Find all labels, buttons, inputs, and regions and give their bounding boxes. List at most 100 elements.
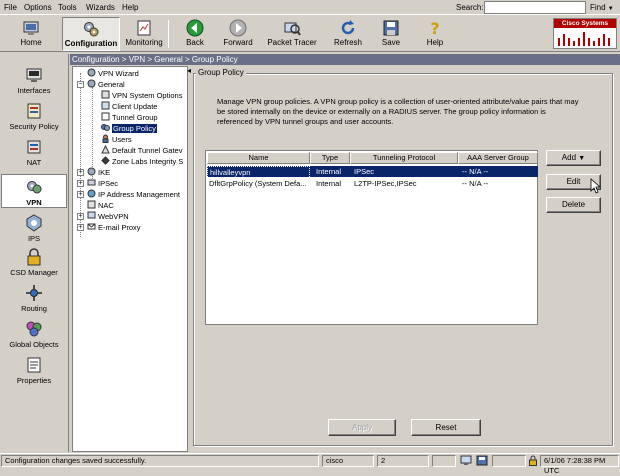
- tree-expand-ip-address-management[interactable]: +: [77, 191, 84, 198]
- table-cell: IPSec: [354, 167, 375, 176]
- status-datetime: 6/1/06 7:28:38 PM UTC: [540, 455, 619, 475]
- refresh-button[interactable]: Refresh: [330, 17, 366, 51]
- status-count: 2: [377, 455, 429, 467]
- nav-ips[interactable]: IPS: [1, 214, 67, 243]
- tree-item-ike[interactable]: IKE: [87, 167, 110, 177]
- tree-expand-ipsec[interactable]: +: [77, 180, 84, 187]
- help-button[interactable]: ? Help: [418, 17, 452, 51]
- back-button[interactable]: Back: [178, 17, 212, 51]
- options-icon: [101, 90, 110, 99]
- add-label: Add: [561, 153, 577, 162]
- lock-icon: [529, 455, 537, 466]
- tree-label: E-mail Proxy: [98, 223, 141, 232]
- delete-button[interactable]: Delete: [546, 197, 601, 213]
- table-cell: -- N/A --: [462, 179, 489, 188]
- splitter-collapse-icon[interactable]: ◂: [187, 66, 191, 75]
- find-label: Find: [590, 3, 606, 12]
- nav-interfaces[interactable]: Interfaces: [1, 66, 67, 95]
- save-button[interactable]: Save: [376, 17, 406, 51]
- tree-item-tunnel-group[interactable]: Tunnel Group: [101, 112, 158, 122]
- tree-collapse-general[interactable]: −: [77, 81, 84, 88]
- tree-label: IKE: [98, 168, 111, 177]
- reset-button[interactable]: Reset: [411, 419, 481, 436]
- tree-label: Zone Labs Integrity S: [112, 157, 184, 166]
- find-button[interactable]: Find ▼: [590, 3, 614, 12]
- nav-vpn[interactable]: VPN: [1, 174, 67, 208]
- tree-label: Client Update: [112, 102, 158, 111]
- nav-nat[interactable]: NAT: [1, 138, 67, 167]
- vpn-gears-icon: [27, 181, 42, 194]
- nav-routing[interactable]: Routing: [1, 284, 67, 313]
- tree-connector: [92, 87, 93, 179]
- tree-label: IPSec: [98, 179, 119, 188]
- tree-item-default-tunnel-gateway[interactable]: Default Tunnel Gatev: [101, 145, 182, 155]
- add-button[interactable]: Add ▼: [546, 150, 601, 166]
- tree-item-group-policy[interactable]: Group Policy: [101, 123, 157, 133]
- configuration-button[interactable]: Configuration: [62, 17, 120, 51]
- client-update-icon: [101, 101, 110, 110]
- monitoring-button[interactable]: Monitoring: [124, 17, 164, 51]
- nav-csd-manager-label: CSD Manager: [10, 268, 58, 277]
- column-header-tunneling-protocol[interactable]: Tunneling Protocol: [350, 152, 458, 164]
- tree-item-nac[interactable]: NAC: [87, 200, 114, 210]
- nav-global-objects[interactable]: Global Objects: [1, 320, 67, 349]
- home-label: Home: [20, 38, 42, 47]
- tree-expand-email-proxy[interactable]: +: [77, 224, 84, 231]
- home-button[interactable]: Home: [8, 17, 54, 51]
- nav-ips-label: IPS: [27, 234, 41, 243]
- properties-icon: [27, 357, 41, 373]
- tree-item-zone-labs[interactable]: Zone Labs Integrity S: [101, 156, 183, 166]
- tree-item-vpn-system-options[interactable]: VPN System Options: [101, 90, 182, 100]
- nav-properties-label: Properties: [16, 376, 52, 385]
- tree-item-email-proxy[interactable]: E-mail Proxy: [87, 222, 141, 232]
- gears-icon: [84, 22, 99, 37]
- users-icon: [102, 134, 109, 143]
- tree-item-ip-address-management[interactable]: IP Address Management: [87, 189, 180, 199]
- status-blank: [492, 455, 526, 467]
- menu-help[interactable]: Help: [122, 3, 138, 12]
- packet-tracer-button[interactable]: Packet Tracer: [264, 17, 320, 51]
- nav-csd-manager[interactable]: CSD Manager: [1, 248, 67, 277]
- menu-options[interactable]: Options: [24, 3, 52, 12]
- tree-expand-webvpn[interactable]: +: [77, 213, 84, 220]
- packet-tracer-icon: [284, 22, 301, 36]
- webvpn-icon: [87, 211, 96, 219]
- menu-tools[interactable]: Tools: [58, 3, 77, 12]
- tunnel-group-icon: [101, 112, 110, 121]
- general-icon: [87, 79, 96, 88]
- group-policy-icon: [101, 124, 110, 131]
- tree-item-general[interactable]: General: [87, 79, 125, 89]
- tree-item-webvpn[interactable]: WebVPN: [87, 211, 129, 221]
- menu-wizards[interactable]: Wizards: [86, 3, 115, 12]
- help-question-icon: ?: [430, 19, 439, 37]
- nav-properties[interactable]: Properties: [1, 356, 67, 385]
- column-header-type[interactable]: Type: [310, 152, 350, 164]
- back-label: Back: [186, 38, 204, 47]
- column-header-aaa-server-group[interactable]: AAA Server Group: [458, 152, 538, 164]
- tree-item-ipsec[interactable]: IPSec: [87, 178, 118, 188]
- nat-icon: [27, 140, 41, 154]
- column-header-name[interactable]: Name: [207, 152, 310, 164]
- tree-label: Users: [112, 135, 132, 144]
- cisco-logo-text: Cisco Systems: [554, 19, 616, 28]
- tree-expand-ike[interactable]: +: [77, 169, 84, 176]
- panel-description: Manage VPN group policies. A VPN group p…: [217, 97, 579, 126]
- menu-file[interactable]: File: [4, 3, 17, 12]
- table-row[interactable]: hillvalleyvpn Internal IPSec -- N/A --: [207, 166, 538, 179]
- save-disk-icon: [383, 20, 399, 36]
- tree-item-users[interactable]: Users: [101, 134, 132, 144]
- nac-icon: [87, 200, 96, 209]
- nav-global-objects-label: Global Objects: [9, 340, 59, 349]
- nav-security-policy[interactable]: Security Policy: [1, 102, 67, 131]
- network-icon: [460, 455, 472, 465]
- tree-label: VPN Wizard: [98, 69, 139, 78]
- apply-button[interactable]: Apply: [328, 419, 396, 436]
- tree-label: Tunnel Group: [112, 113, 158, 122]
- search-input[interactable]: [484, 1, 586, 14]
- table-cell: Internal: [316, 179, 342, 188]
- tree-item-vpn-wizard[interactable]: VPN Wizard: [87, 68, 139, 78]
- tree-label: NAC: [98, 201, 114, 210]
- table-row[interactable]: DfltGrpPolicy (System Defa... Internal L…: [207, 178, 538, 189]
- forward-button[interactable]: Forward: [218, 17, 258, 51]
- tree-item-client-update[interactable]: Client Update: [101, 101, 157, 111]
